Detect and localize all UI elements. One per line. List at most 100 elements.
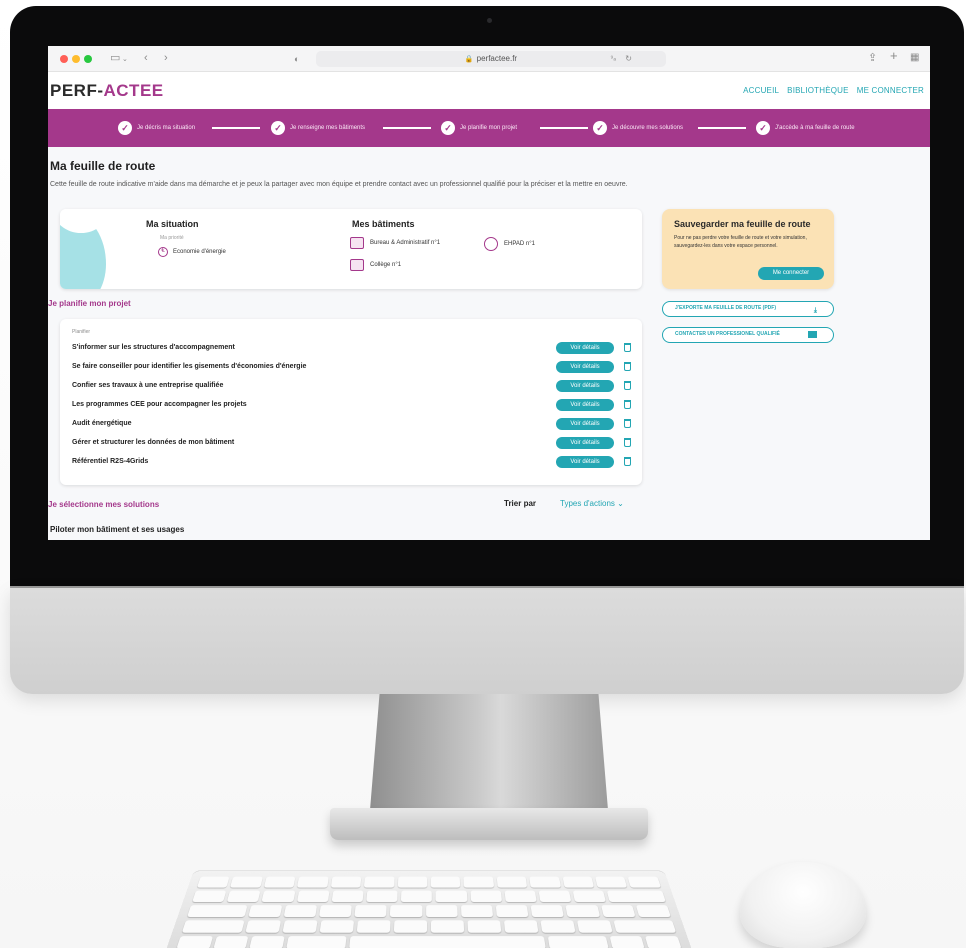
- contact-professional-button[interactable]: CONTACTER UN PROFESSIONEL QUALIFIÉ: [662, 327, 834, 343]
- building-item: Bureau & Administratif n°1: [350, 237, 440, 249]
- trash-icon[interactable]: [624, 438, 631, 447]
- details-button[interactable]: Voir détails: [556, 380, 614, 392]
- save-title: Sauvegarder ma feuille de route: [674, 219, 811, 229]
- trash-icon[interactable]: [624, 381, 631, 390]
- logo-accent: ACTEE: [103, 81, 164, 100]
- plan-item-label: Confier ses travaux à une entreprise qua…: [72, 382, 224, 389]
- check-icon: ✓: [441, 121, 455, 135]
- step-4-label: Je découvre mes solutions: [612, 125, 684, 131]
- details-button[interactable]: Voir détails: [556, 456, 614, 468]
- details-button[interactable]: Voir détails: [556, 437, 614, 449]
- privacy-shield-icon[interactable]: ◐: [294, 52, 299, 66]
- step-connector: [383, 127, 431, 129]
- save-text: Pour ne pas perdre votre feuille de rout…: [674, 235, 807, 249]
- building-label: Collège n°1: [370, 262, 402, 268]
- save-roadmap-card: Sauvegarder ma feuille de route Pour ne …: [662, 209, 834, 289]
- plan-item-label: S'informer sur les structures d'accompag…: [72, 344, 235, 351]
- priority-value: Economie d'énergie: [173, 249, 226, 255]
- step-3-label: Je planifie mon projet: [460, 125, 518, 131]
- step-connector: [540, 127, 588, 129]
- plan-row: Les programmes CEE pour accompagner les …: [72, 398, 632, 414]
- step-1[interactable]: ✓ Je décris ma situation: [118, 121, 195, 135]
- priority-item: € Economie d'énergie: [158, 247, 226, 257]
- trash-icon[interactable]: [624, 457, 631, 466]
- check-icon: ✓: [756, 121, 770, 135]
- plan-row: Audit énergétique Voir détails: [72, 417, 632, 433]
- building-item: EHPAD n°1: [484, 237, 535, 251]
- minimize-window-button[interactable]: [72, 55, 80, 63]
- step-4[interactable]: ✓ Je découvre mes solutions: [593, 121, 683, 135]
- export-pdf-button[interactable]: J'EXPORTE MA FEUILLE DE ROUTE (PDF) ⤓: [662, 301, 834, 317]
- screen: ▭ ⌄ ‹ › ◐ 🔒 perfactee.fr ⁹ₐ ↻ ⇪ + ▦ PERF-…: [48, 46, 930, 540]
- plan-item-label: Référentiel R2S-4Grids: [72, 458, 149, 465]
- details-button[interactable]: Voir détails: [556, 361, 614, 373]
- office-building-icon: [350, 237, 364, 249]
- check-icon: ✓: [118, 121, 132, 135]
- reload-icon[interactable]: ↻: [625, 51, 632, 67]
- decorative-blob: [60, 209, 108, 233]
- top-navigation: ACCUEIL BIBLIOTHÈQUE ME CONNECTER: [743, 86, 924, 95]
- building-item: Collège n°1: [350, 259, 401, 271]
- trash-icon[interactable]: [624, 400, 631, 409]
- zoom-window-button[interactable]: [84, 55, 92, 63]
- sidebar-icon[interactable]: ▭: [110, 51, 120, 65]
- site-logo[interactable]: PERF-ACTEE: [50, 81, 164, 101]
- step-connector: [698, 127, 746, 129]
- address-bar[interactable]: 🔒 perfactee.fr ⁹ₐ ↻: [316, 51, 666, 67]
- imac-mockup: ▭ ⌄ ‹ › ◐ 🔒 perfactee.fr ⁹ₐ ↻ ⇪ + ▦ PERF-…: [0, 0, 966, 948]
- mouse: [740, 862, 866, 948]
- step-5-label: J'accède à ma feuille de route: [775, 125, 855, 131]
- step-1-label: Je décris ma situation: [137, 125, 196, 131]
- chevron-down-icon[interactable]: ⌄: [122, 53, 128, 67]
- plan-row: Confier ses travaux à une entreprise qua…: [72, 379, 632, 395]
- step-connector: [212, 127, 260, 129]
- camera-dot: [487, 18, 492, 23]
- lock-icon: 🔒: [464, 56, 474, 63]
- forward-icon[interactable]: ›: [164, 51, 168, 65]
- school-building-icon: [350, 259, 364, 271]
- sort-dropdown[interactable]: Types d'actions ⌄: [560, 499, 624, 508]
- energy-savings-icon: €: [158, 247, 168, 257]
- details-button[interactable]: Voir détails: [556, 342, 614, 354]
- plan-row: S'informer sur les structures d'accompag…: [72, 341, 632, 357]
- situation-card: Ma situation Ma priorité € Economie d'én…: [60, 209, 642, 289]
- new-tab-icon[interactable]: +: [890, 49, 898, 63]
- buildings-title: Mes bâtiments: [352, 219, 415, 229]
- trash-icon[interactable]: [624, 362, 631, 371]
- trash-icon[interactable]: [624, 419, 631, 428]
- solutions-section-title: Je sélectionne mes solutions: [48, 500, 160, 509]
- login-button[interactable]: Me connecter: [758, 267, 824, 280]
- download-icon: ⤓: [813, 307, 817, 314]
- sort-label: Trier par: [504, 499, 537, 508]
- contact-card-icon: [808, 331, 817, 338]
- plan-section-title: Je planifie mon projet: [48, 299, 131, 308]
- building-label: EHPAD n°1: [504, 241, 535, 247]
- nav-accueil[interactable]: ACCUEIL: [743, 86, 779, 95]
- plan-row: Gérer et structurer les données de mon b…: [72, 436, 632, 452]
- logo-prefix: PERF-: [50, 81, 104, 100]
- trash-icon[interactable]: [624, 343, 631, 352]
- nav-bibliotheque[interactable]: BIBLIOTHÈQUE: [787, 86, 849, 95]
- share-icon[interactable]: ⇪: [868, 51, 877, 65]
- progress-stepper: ✓ Je décris ma situation ✓ Je renseigne …: [48, 109, 930, 147]
- imac-stand-base: [330, 808, 648, 840]
- nav-me-connecter[interactable]: ME CONNECTER: [857, 86, 924, 95]
- tab-overview-icon[interactable]: ▦: [910, 51, 919, 65]
- contact-professional-label: CONTACTER UN PROFESSIONEL QUALIFIÉ: [675, 331, 780, 337]
- situation-title: Ma situation: [146, 219, 199, 229]
- translate-icon[interactable]: ⁹ₐ: [610, 51, 616, 67]
- building-label: Bureau & Administratif n°1: [370, 240, 441, 246]
- details-button[interactable]: Voir détails: [556, 418, 614, 430]
- back-icon[interactable]: ‹: [144, 51, 148, 65]
- page-title: Ma feuille de route: [50, 159, 156, 173]
- care-home-icon: [484, 237, 498, 251]
- imac-chin: [10, 588, 964, 694]
- step-2[interactable]: ✓ Je renseigne mes bâtiments: [271, 121, 365, 135]
- check-icon: ✓: [593, 121, 607, 135]
- details-button[interactable]: Voir détails: [556, 399, 614, 411]
- step-3[interactable]: ✓ Je planifie mon projet: [441, 121, 517, 135]
- step-5[interactable]: ✓ J'accède à ma feuille de route: [756, 121, 855, 135]
- keyboard: [166, 870, 692, 948]
- export-pdf-label: J'EXPORTE MA FEUILLE DE ROUTE (PDF): [675, 305, 777, 311]
- close-window-button[interactable]: [60, 55, 68, 63]
